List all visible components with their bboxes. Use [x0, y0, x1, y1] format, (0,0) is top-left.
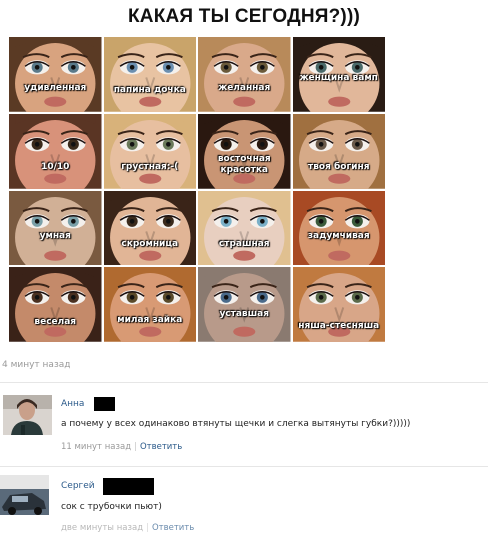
avatar-image [3, 395, 52, 435]
face-tile[interactable]: скромница [103, 190, 196, 266]
face-tile[interactable]: желанная [198, 37, 291, 112]
face-caption: женщина вамп [299, 73, 378, 83]
face-caption: задумчивая [307, 230, 370, 241]
faces-grid: удивленная папина дочка желанная женщина ва… [9, 37, 385, 342]
post-title: КАКАЯ ТЫ СЕГОДНЯ?))) [128, 6, 360, 27]
reply-link[interactable]: Ответить [152, 523, 194, 533]
reply-link[interactable]: Ответить [140, 442, 182, 452]
post-timestamp[interactable]: 4 минут назад [2, 360, 70, 370]
face-caption: желанная [218, 83, 271, 93]
face-tile[interactable]: твоя богиня [292, 113, 385, 189]
face-image [292, 113, 385, 189]
face-image [9, 37, 102, 112]
face-image [9, 113, 102, 189]
face-image [198, 37, 291, 112]
face-image [9, 267, 102, 342]
redacted-surname [94, 397, 115, 411]
face-image [198, 113, 291, 189]
face-image [9, 190, 102, 266]
face-image [103, 267, 196, 342]
face-caption: твоя богиня [308, 161, 370, 172]
face-caption: веселая [34, 317, 77, 328]
face-tile[interactable]: восточная красотка [198, 113, 291, 189]
face-image [103, 190, 196, 266]
face-caption: папина дочка [113, 85, 186, 95]
face-image [198, 267, 291, 342]
separator: | [146, 523, 149, 533]
face-tile[interactable]: умная [9, 190, 102, 266]
avatar-image [0, 475, 49, 515]
face-caption: удивленная [24, 83, 87, 93]
redacted-surname [103, 478, 154, 495]
face-caption: восточная красотка [217, 153, 271, 175]
face-tile[interactable]: милая зайка [103, 267, 196, 342]
face-tile[interactable]: женщина вамп [292, 37, 385, 112]
comment-meta: две минуты назад | Ответить [61, 523, 194, 533]
face-tile[interactable]: грустная:-( [103, 113, 196, 189]
face-caption: страшная [218, 238, 270, 249]
face-caption: скромница [121, 238, 179, 249]
comment-meta: 11 минут назад | Ответить [61, 442, 182, 452]
comment-author[interactable]: Анна [61, 399, 84, 409]
separator: | [134, 442, 137, 452]
face-tile[interactable]: страшная [198, 190, 291, 266]
face-caption: грустная:-( [121, 161, 179, 172]
comment-time[interactable]: 11 минут назад [61, 442, 131, 452]
divider [0, 382, 488, 383]
face-tile[interactable]: задумчивая [292, 190, 385, 266]
divider [0, 466, 488, 467]
face-image [292, 190, 385, 266]
face-image [103, 113, 196, 189]
comment-text: сок с трубочки пьют) [61, 502, 162, 512]
face-tile[interactable]: веселая [9, 267, 102, 342]
face-tile[interactable]: папина дочка [103, 37, 196, 112]
face-tile[interactable]: 10/10 [9, 113, 102, 189]
avatar[interactable] [3, 395, 52, 435]
comment-author[interactable]: Сергей [61, 481, 95, 491]
avatar[interactable] [0, 475, 49, 515]
face-tile[interactable]: удивленная [9, 37, 102, 112]
face-caption: няша-стесняша [298, 321, 380, 332]
comment-text: а почему у всех одинаково втянуты щечки … [61, 419, 411, 429]
face-tile[interactable]: няша-стесняша [292, 267, 385, 342]
face-caption: умная [39, 230, 71, 241]
face-image [103, 37, 196, 112]
face-image [198, 190, 291, 266]
face-tile[interactable]: уставшая [198, 267, 291, 342]
face-caption: 10/10 [41, 161, 70, 172]
face-caption: милая зайка [117, 315, 183, 326]
face-caption: уставшая [219, 309, 270, 320]
comment-time[interactable]: две минуты назад [61, 523, 143, 533]
